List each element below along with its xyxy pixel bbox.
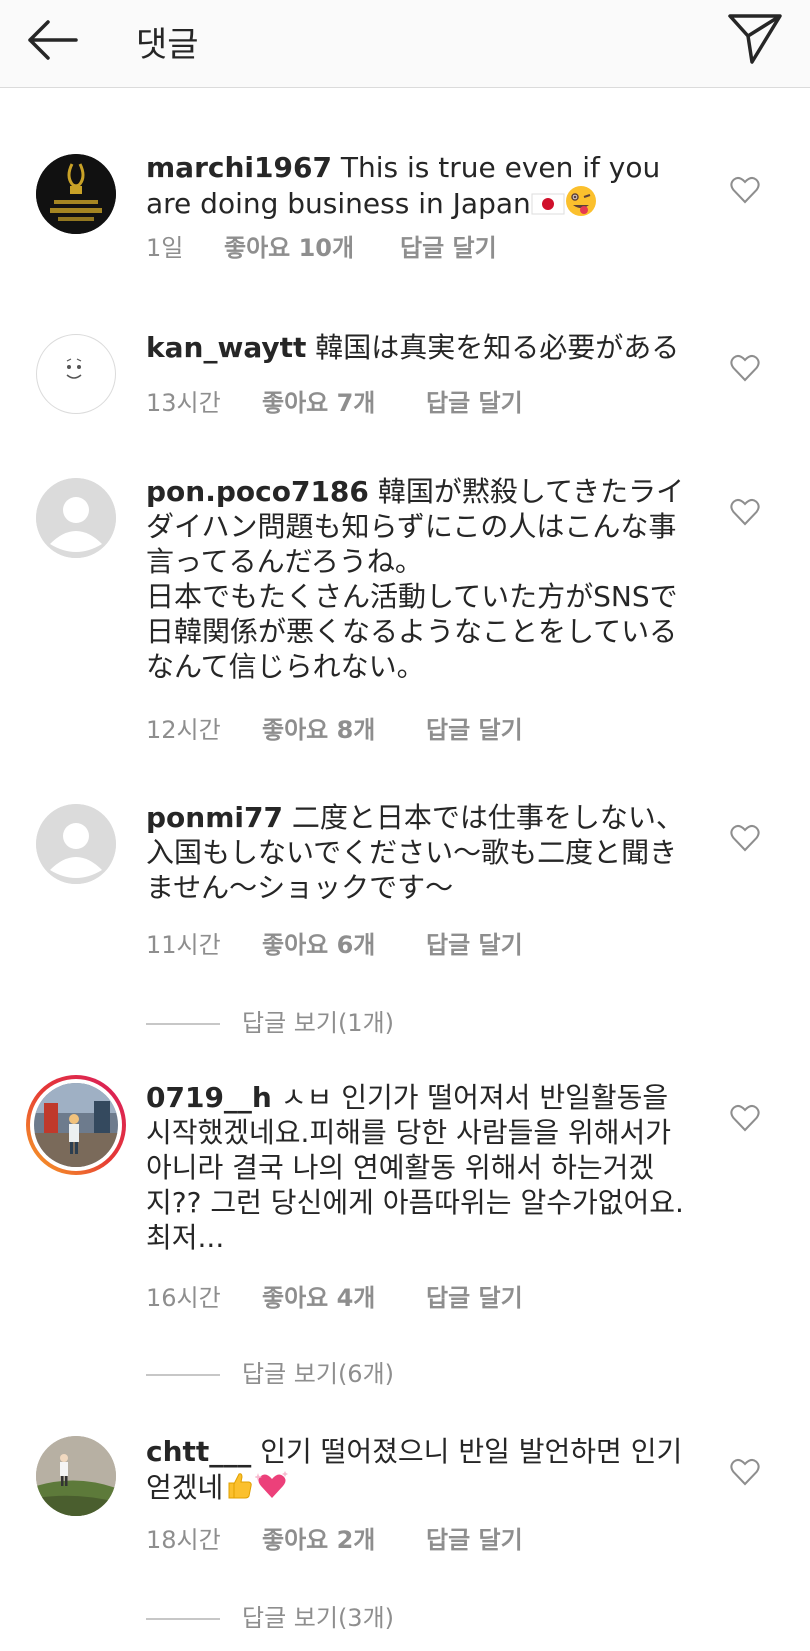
street-photo-avatar [34,1083,118,1167]
reply-button[interactable]: 답글 달기 [400,228,497,263]
comment-likes[interactable]: 좋아요 4개 [262,1278,426,1313]
heart-outline-icon[interactable] [730,824,760,852]
view-replies-button[interactable]: 답글 보기(1개) [146,1003,394,1037]
default-profile-avatar [36,804,116,884]
outdoor-photo-avatar [36,1436,116,1516]
comment-username[interactable]: kan_waytt [146,331,306,364]
comment-likes[interactable]: 좋아요 6개 [262,925,426,960]
view-replies-button[interactable]: 답글 보기(6개) [146,1354,394,1388]
heart-outline-icon[interactable] [730,176,760,204]
view-replies-label: 답글 보기(3개) [242,1604,395,1632]
comment-likes[interactable]: 좋아요 10개 [224,228,400,263]
avatar[interactable] [26,1075,126,1175]
page-title: 댓글 [136,25,199,65]
reply-button[interactable]: 답글 달기 [426,1520,523,1555]
sparkling-heart-emoji [254,1469,289,1509]
world-cup-logo-avatar [36,154,116,234]
heart-outline-icon[interactable] [730,498,760,526]
divider-line [146,1023,220,1025]
heart-outline-icon[interactable] [730,1458,760,1486]
heart-outline-icon[interactable] [730,354,760,382]
comment-text: 韓国は真実を知る必要がある [315,331,680,364]
comment-username[interactable]: chtt___ [146,1435,251,1468]
avatar[interactable] [36,1436,116,1516]
avatar[interactable] [36,478,116,558]
comment-likes[interactable]: 좋아요 7개 [262,383,426,418]
comment-time: 18시간 [146,1526,221,1554]
comment-likes[interactable]: 좋아요 8개 [262,710,426,745]
comment-username[interactable]: 0719__h [146,1081,272,1114]
top-bar: 댓글 [0,0,810,88]
reply-button[interactable]: 답글 달기 [426,1278,523,1313]
default-profile-avatar [36,478,116,558]
reply-button[interactable]: 답글 달기 [426,710,523,745]
arrow-left-icon [28,20,78,60]
comment-time: 11시간 [146,931,221,959]
view-replies-button[interactable]: 답글 보기(3개) [146,1598,394,1632]
comment-time: 1일 [146,234,184,262]
comment-time: 16시간 [146,1284,221,1312]
back-button[interactable] [24,14,84,66]
paper-plane-icon [728,14,782,64]
share-button[interactable] [726,10,786,66]
comment-username[interactable]: pon.poco7186 [146,475,369,508]
japan-flag-emoji [531,190,565,225]
cartoon-face-avatar [66,358,82,379]
view-replies-label: 답글 보기(6개) [242,1360,395,1388]
view-replies-label: 답글 보기(1개) [242,1009,395,1037]
avatar[interactable] [36,154,116,234]
comment-username[interactable]: ponmi77 [146,801,283,834]
comment-username[interactable]: marchi1967 [146,151,332,184]
avatar[interactable] [36,334,116,414]
reply-button[interactable]: 답글 달기 [426,383,523,418]
comment-time: 12시간 [146,716,221,744]
heart-outline-icon[interactable] [730,1104,760,1132]
story-ring-inner [30,1079,122,1171]
winking-tongue-face-emoji [565,185,597,225]
comment-time: 13시간 [146,389,221,417]
reply-button[interactable]: 답글 달기 [426,925,523,960]
divider-line [146,1618,220,1620]
comment-likes[interactable]: 좋아요 2개 [262,1520,426,1555]
thumbs-up-emoji [223,1469,255,1509]
avatar[interactable] [36,804,116,884]
divider-line [146,1374,220,1376]
